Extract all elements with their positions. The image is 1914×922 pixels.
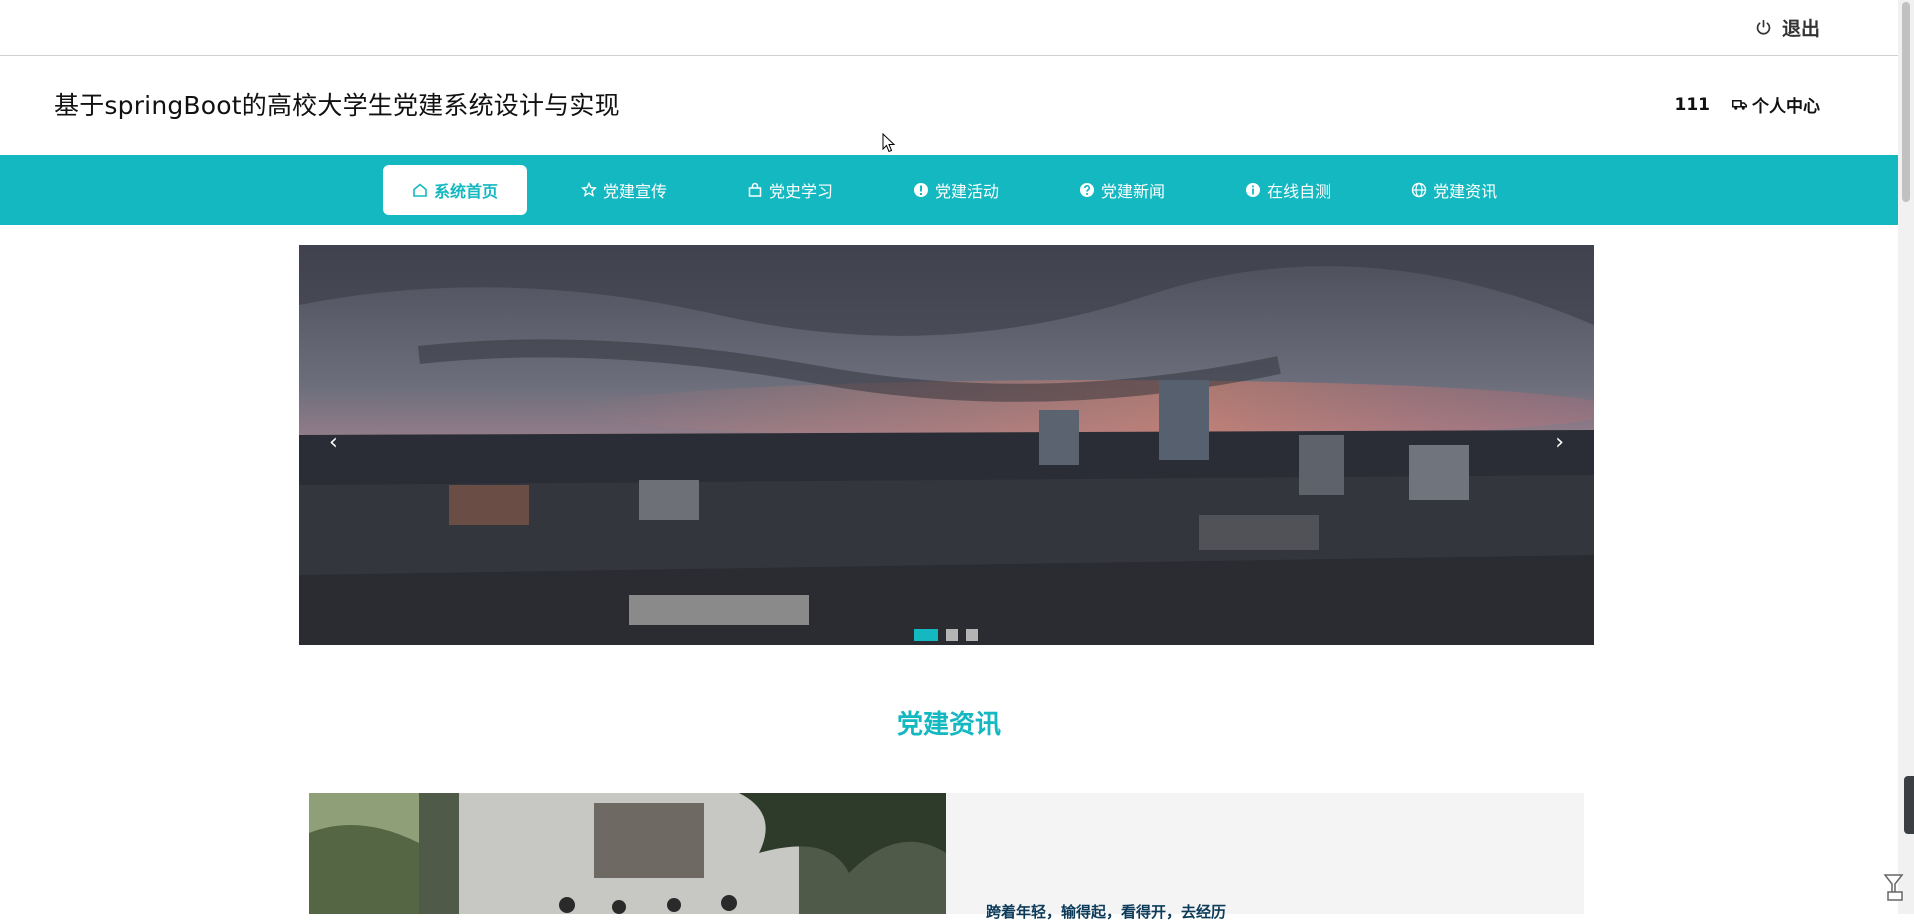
news-card[interactable]: 跨着年轻，输得起，看得开，去经历 [309,793,1584,921]
nav-item-label: 党建宣传 [603,182,668,201]
globe-icon [1411,182,1427,198]
scrollbar-thumb[interactable] [1902,2,1910,202]
site-title: 基于springBoot的高校大学生党建系统设计与实现 [54,91,620,120]
profile-label: 个人中心 [1752,97,1820,117]
nav-items: 系统首页 党建宣传 党史学习 党建活动 党建新闻 在线自测 党建资讯 [383,165,1551,215]
top-bar: 退出 [0,0,1898,56]
nav-item-label: 在线自测 [1267,182,1332,201]
nav-item-label: 党建活动 [935,182,1000,201]
logout-label: 退出 [1781,17,1820,40]
side-widget-tab[interactable] [1904,776,1914,834]
info-icon [1246,183,1261,197]
nav-item-home[interactable]: 系统首页 [383,165,527,215]
carousel-next-button[interactable]: › [1555,430,1564,455]
mouse-cursor-icon [882,133,896,153]
nav-item-activities[interactable]: 党建活动 [887,165,1025,215]
section-title: 党建资讯 [896,710,1001,740]
main-nav: 系统首页 党建宣传 党史学习 党建活动 党建新闻 在线自测 党建资讯 [0,155,1898,225]
logout-button[interactable]: 退出 [1755,14,1820,40]
site-header: 基于springBoot的高校大学生党建系统设计与实现 111 个人中心 [0,56,1898,155]
nav-item-label: 党史学习 [769,182,834,201]
news-headline[interactable]: 跨着年轻，输得起，看得开，去经历 [986,901,1226,922]
power-icon [1756,19,1771,35]
nav-item-self-test[interactable]: 在线自测 [1219,165,1357,215]
star-icon [581,182,597,197]
carousel-dot[interactable] [946,629,958,641]
banner-image [299,245,1594,645]
carousel-prev-button[interactable]: ‹ [329,430,338,455]
bag-icon [748,182,762,197]
nav-item-promotion[interactable]: 党建宣传 [555,165,693,215]
nav-item-history-study[interactable]: 党史学习 [721,165,859,215]
profile-center-link[interactable]: 个人中心 [1732,92,1820,117]
user-area: 111 个人中心 [1674,92,1821,118]
filter-icon[interactable] [1882,872,1908,902]
news-photo [309,793,946,914]
carousel-dot[interactable] [914,629,938,641]
alert-icon [914,183,929,197]
username: 111 [1674,94,1711,115]
carousel-dot[interactable] [966,629,978,641]
truck-icon [1732,100,1747,110]
nav-item-label: 党建新闻 [1101,182,1166,201]
nav-item-label: 党建资讯 [1433,182,1498,201]
nav-item-info[interactable]: 党建资讯 [1385,165,1523,215]
banner-carousel[interactable]: ‹ › [299,245,1594,645]
help-icon [1080,183,1095,197]
nav-item-news[interactable]: 党建新闻 [1053,165,1191,215]
carousel-indicators [914,629,978,641]
nav-item-label: 系统首页 [433,182,498,201]
home-icon [413,183,427,197]
